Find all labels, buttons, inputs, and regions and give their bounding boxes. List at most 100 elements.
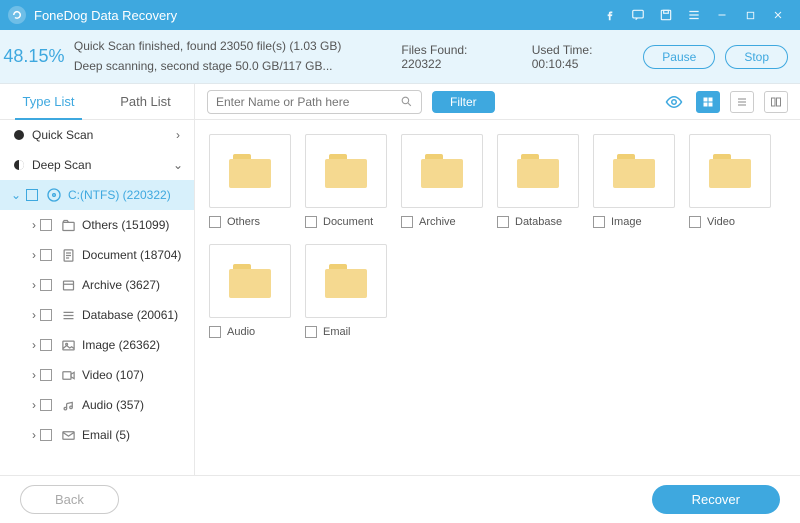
tree-item[interactable]: › Archive (3627)	[0, 270, 194, 300]
chevron-right-icon: ›	[28, 278, 40, 292]
tree-item[interactable]: ›Image (26362)	[0, 330, 194, 360]
checkbox[interactable]	[209, 216, 221, 228]
checkbox[interactable]	[40, 339, 52, 351]
grid-item[interactable]: Email	[305, 244, 387, 340]
folder-icon	[60, 217, 76, 233]
title-bar: FoneDog Data Recovery	[0, 0, 800, 30]
folder-thumb	[305, 134, 387, 208]
checkbox[interactable]	[593, 216, 605, 228]
tree-item[interactable]: › Others (151099)	[0, 210, 194, 240]
doc-icon	[60, 247, 76, 263]
checkbox[interactable]	[40, 429, 52, 441]
checkbox[interactable]	[40, 369, 52, 381]
back-button[interactable]: Back	[20, 485, 119, 514]
file-grid: Others Document Archive Database Image Video A…	[195, 120, 800, 475]
status-bar: 48.15% Quick Scan finished, found 23050 …	[0, 30, 800, 84]
folder-thumb	[689, 134, 771, 208]
preview-icon[interactable]	[662, 93, 686, 111]
image-icon	[60, 337, 76, 353]
tree-drive[interactable]: ⌄ C:(NTFS) (220322)	[0, 180, 194, 210]
tree-deep-scan[interactable]: Deep Scan ⌄	[0, 150, 194, 180]
tree-item[interactable]: ›Email (5)	[0, 420, 194, 450]
checkbox[interactable]	[305, 326, 317, 338]
grid-item-label: Video	[707, 216, 735, 228]
checkbox[interactable]	[40, 399, 52, 411]
chevron-right-icon: ›	[28, 398, 40, 412]
facebook-icon[interactable]	[596, 0, 624, 30]
close-icon[interactable]	[764, 0, 792, 30]
grid-item[interactable]: Video	[689, 134, 771, 230]
chevron-right-icon: ›	[28, 218, 40, 232]
folder-icon	[229, 154, 271, 188]
grid-item-label: Image	[611, 216, 642, 228]
checkbox[interactable]	[305, 216, 317, 228]
folder-icon	[325, 264, 367, 298]
menu-icon[interactable]	[680, 0, 708, 30]
checkbox[interactable]	[40, 219, 52, 231]
grid-item[interactable]: Others	[209, 134, 291, 230]
folder-thumb	[593, 134, 675, 208]
tree-item-label: Others (151099)	[82, 218, 184, 232]
tree-quick-scan[interactable]: Quick Scan ›	[0, 120, 194, 150]
grid-item[interactable]: Audio	[209, 244, 291, 340]
view-grid-button[interactable]	[696, 91, 720, 113]
search-box[interactable]	[207, 90, 422, 114]
email-icon	[60, 427, 76, 443]
checkbox[interactable]	[26, 189, 38, 201]
chevron-right-icon: ›	[28, 308, 40, 322]
status-line2: Deep scanning, second stage 50.0 GB/117 …	[74, 57, 341, 76]
grid-item[interactable]: Archive	[401, 134, 483, 230]
checkbox[interactable]	[689, 216, 701, 228]
grid-item-label: Document	[323, 216, 373, 228]
feedback-icon[interactable]	[624, 0, 652, 30]
folder-icon	[229, 264, 271, 298]
grid-item[interactable]: Database	[497, 134, 579, 230]
folder-thumb	[209, 134, 291, 208]
checkbox[interactable]	[497, 216, 509, 228]
stop-button[interactable]: Stop	[725, 45, 788, 69]
filter-button[interactable]: Filter	[432, 91, 495, 113]
checkbox[interactable]	[40, 249, 52, 261]
checkbox[interactable]	[209, 326, 221, 338]
checkbox[interactable]	[40, 309, 52, 321]
tab-type-list[interactable]: Type List	[0, 84, 97, 119]
tree-item-label: Archive (3627)	[82, 278, 184, 292]
chevron-down-icon: ⌄	[10, 188, 22, 202]
chevron-right-icon: ›	[28, 428, 40, 442]
bullet-icon	[14, 130, 24, 140]
view-list-button[interactable]	[730, 91, 754, 113]
folder-thumb	[305, 244, 387, 318]
tab-path-list[interactable]: Path List	[97, 84, 194, 119]
chevron-right-icon: ›	[28, 338, 40, 352]
tree-item[interactable]: ›Video (107)	[0, 360, 194, 390]
grid-item-label: Database	[515, 216, 562, 228]
grid-item[interactable]: Document	[305, 134, 387, 230]
tree-item[interactable]: › Database (20061)	[0, 300, 194, 330]
chevron-down-icon: ⌄	[172, 158, 184, 172]
maximize-icon[interactable]	[736, 0, 764, 30]
checkbox[interactable]	[401, 216, 413, 228]
view-detail-button[interactable]	[764, 91, 788, 113]
db-icon	[60, 307, 76, 323]
tree-item[interactable]: › Document (18704)	[0, 240, 194, 270]
audio-icon	[60, 397, 76, 413]
tree-item-label: Database (20061)	[82, 308, 184, 322]
recover-button[interactable]: Recover	[652, 485, 780, 514]
search-icon	[400, 95, 413, 108]
minimize-icon[interactable]	[708, 0, 736, 30]
grid-item-label: Audio	[227, 326, 255, 338]
chevron-right-icon: ›	[28, 248, 40, 262]
toolbar: Filter	[195, 84, 800, 120]
checkbox[interactable]	[40, 279, 52, 291]
tree-item[interactable]: ›Audio (357)	[0, 390, 194, 420]
app-title: FoneDog Data Recovery	[34, 8, 177, 23]
pause-button[interactable]: Pause	[643, 45, 715, 69]
search-input[interactable]	[216, 95, 400, 109]
grid-item-label: Email	[323, 326, 351, 338]
tree-item-label: Document (18704)	[82, 248, 184, 262]
grid-item[interactable]: Image	[593, 134, 675, 230]
chevron-right-icon: ›	[28, 368, 40, 382]
files-found-value: 220322	[401, 57, 441, 71]
save-icon[interactable]	[652, 0, 680, 30]
footer: Back Recover	[0, 475, 800, 523]
